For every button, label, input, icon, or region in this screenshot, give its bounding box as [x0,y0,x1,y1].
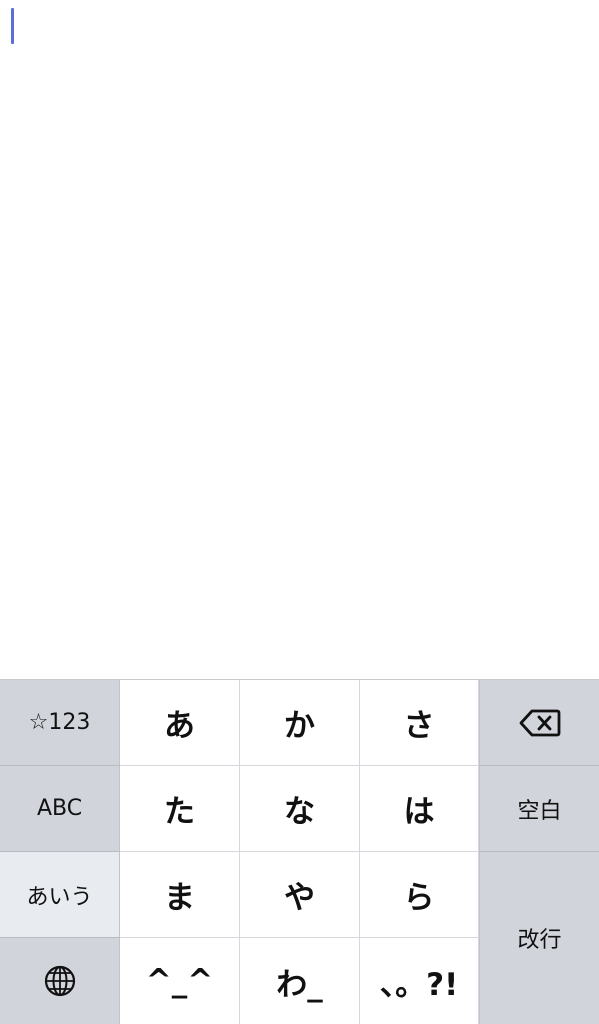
hiragana-mode-key[interactable]: あいう [0,852,120,938]
hiragana-mode-label: あいう [26,884,93,910]
kana-key-na[interactable]: な [240,766,360,852]
kana-key-a[interactable]: あ [120,680,240,766]
kana-label-na: な [284,794,315,830]
space-key[interactable]: 空白 [479,766,599,852]
kana-key-ya[interactable]: や [240,852,360,938]
kana-label-ma: ま [164,880,195,916]
punctuation-label: 、。?! [379,966,459,1003]
space-key-label: 空白 [517,798,562,824]
punctuation-key[interactable]: 、。?! [360,938,479,1024]
japanese-flick-keyboard: ☆123 あ か さ ABC た な は 空白 あいう ま や ら 改行 ^_^… [0,679,599,1024]
kana-key-ha[interactable]: は [360,766,479,852]
kana-key-ta[interactable]: た [120,766,240,852]
enter-key-label: 改行 [517,928,562,953]
kana-key-ra[interactable]: ら [360,852,479,938]
delete-key[interactable] [479,680,599,766]
kana-label-ha: は [403,794,435,830]
globe-key[interactable] [0,938,120,1024]
kana-key-wa[interactable]: わ_ [240,938,360,1024]
text-cursor [11,8,14,44]
kana-key-sa[interactable]: さ [360,680,479,766]
kana-key-ka[interactable]: か [240,680,360,766]
kana-label-a: あ [164,708,195,744]
abc-mode-label: ABC [36,796,83,821]
kana-label-sa: さ [403,708,435,744]
kaomoji-label: ^_^ [145,963,214,999]
text-input-area[interactable] [0,0,599,679]
kana-key-ma[interactable]: ま [120,852,240,938]
backspace-icon [519,709,561,737]
enter-key[interactable]: 改行 [479,852,599,1024]
symbols-number-label: ☆123 [28,710,91,735]
kana-label-wa: わ_ [276,966,323,1003]
globe-icon [43,964,77,998]
kaomoji-key[interactable]: ^_^ [120,938,240,1024]
phone-screen: ☆123 あ か さ ABC た な は 空白 あいう ま や ら 改行 ^_^… [0,0,599,1024]
kana-label-ta: た [164,794,195,830]
symbols-number-key[interactable]: ☆123 [0,680,120,766]
kana-label-ra: ら [403,880,435,916]
abc-mode-key[interactable]: ABC [0,766,120,852]
kana-label-ya: や [284,880,315,916]
kana-label-ka: か [284,708,315,744]
